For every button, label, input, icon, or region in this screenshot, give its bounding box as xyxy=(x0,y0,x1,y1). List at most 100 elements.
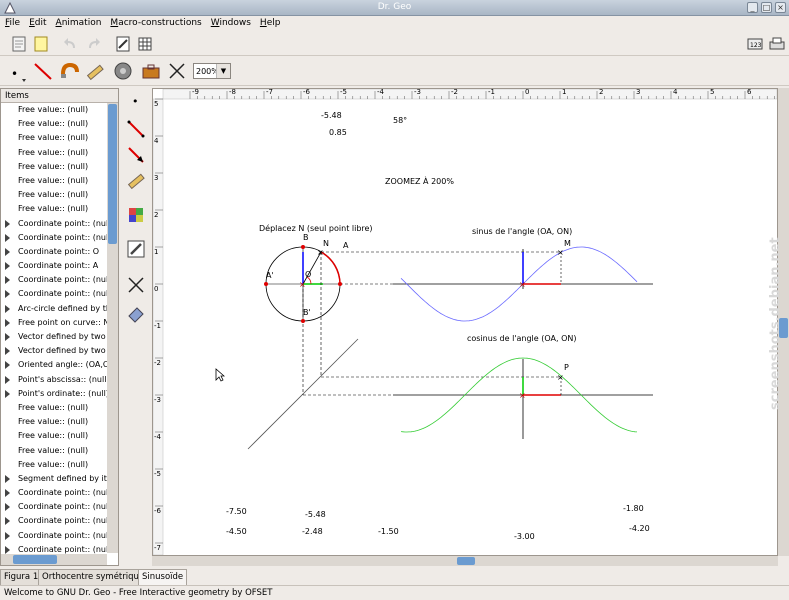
sine-title[interactable]: sinus de l'angle (OA, ON) xyxy=(472,227,572,236)
scroll-thumb[interactable] xyxy=(457,557,475,565)
tree-item[interactable]: Coordinate point:: O xyxy=(1,245,107,259)
expand-arrow-icon[interactable] xyxy=(5,503,10,512)
print-button[interactable] xyxy=(766,33,788,55)
tree-item[interactable]: Free value:: (null) xyxy=(1,160,107,174)
tree-item[interactable]: Coordinate point:: A xyxy=(1,259,107,273)
menu-edit[interactable]: Edit xyxy=(24,16,50,28)
expand-arrow-icon[interactable] xyxy=(5,517,10,526)
new-figure-button[interactable] xyxy=(30,33,52,55)
expand-arrow-icon[interactable] xyxy=(5,233,10,242)
value-label[interactable]: -2.48 xyxy=(302,527,323,536)
point-B-prime[interactable] xyxy=(301,319,305,323)
expand-arrow-icon[interactable] xyxy=(5,489,10,498)
point-tool[interactable]: • xyxy=(125,90,147,112)
scroll-thumb[interactable] xyxy=(13,555,57,564)
menu-macro-constructions[interactable]: Macro-constructions xyxy=(105,16,205,28)
value-label[interactable]: -5.48 xyxy=(321,111,342,120)
value-label[interactable]: 0.85 xyxy=(329,128,347,137)
expand-arrow-icon[interactable] xyxy=(5,247,10,256)
value-label[interactable]: -4.50 xyxy=(226,527,247,536)
tree-item[interactable]: Coordinate point:: (nul xyxy=(1,217,107,231)
macro-tool-button[interactable] xyxy=(112,60,134,82)
numeric-tool-button[interactable] xyxy=(84,60,106,82)
point-N-mark[interactable]: × xyxy=(317,248,324,257)
point-P-mark[interactable]: × xyxy=(557,373,564,382)
expand-arrow-icon[interactable] xyxy=(5,389,10,398)
instruction-text[interactable]: Déplacez N (seul point libre) xyxy=(259,224,373,233)
eraser-tool[interactable] xyxy=(125,302,147,324)
open-figure-button[interactable] xyxy=(8,33,30,55)
point-A[interactable] xyxy=(338,282,342,286)
expand-arrow-icon[interactable] xyxy=(5,219,10,228)
grid-button[interactable] xyxy=(134,33,156,55)
tab-sinusoide[interactable]: Sinusoïde xyxy=(138,569,188,585)
tree-item[interactable]: Coordinate point:: (nul xyxy=(1,231,107,245)
expand-arrow-icon[interactable] xyxy=(5,361,10,370)
tree-item[interactable]: Free value:: (null) xyxy=(1,458,107,472)
tab-figura-1[interactable]: Figura 1 xyxy=(0,569,43,585)
tree-item[interactable]: Free value:: (null) xyxy=(1,401,107,415)
tree-item[interactable]: Free value:: (null) xyxy=(1,415,107,429)
tree-item[interactable]: Free value:: (null) xyxy=(1,117,107,131)
expand-arrow-icon[interactable] xyxy=(5,531,10,540)
tree-item[interactable]: Arc-circle defined by th xyxy=(1,302,107,316)
script-tool-button[interactable] xyxy=(140,60,162,82)
close-button[interactable]: × xyxy=(775,2,786,13)
measure-tool[interactable] xyxy=(125,170,147,192)
tree-item[interactable]: Vector defined by two xyxy=(1,344,107,358)
value-label[interactable]: -3.00 xyxy=(514,532,535,541)
zoom-select[interactable]: 200% ▼ xyxy=(193,63,231,79)
value-label[interactable]: -4.20 xyxy=(629,524,650,533)
tree-item[interactable]: Free value:: (null) xyxy=(1,444,107,458)
expand-arrow-icon[interactable] xyxy=(5,333,10,341)
value-label[interactable]: -1.80 xyxy=(623,504,644,513)
minimize-button[interactable]: _ xyxy=(747,2,758,13)
value-label[interactable]: -5.48 xyxy=(305,510,326,519)
tree-item[interactable]: Oriented angle:: (OA,O xyxy=(1,358,107,372)
items-header[interactable]: Items xyxy=(1,89,118,103)
cosine-title[interactable]: cosinus de l'angle (OA, ON) xyxy=(467,334,576,343)
expand-arrow-icon[interactable] xyxy=(5,347,10,356)
menu-animation[interactable]: Animation xyxy=(51,16,106,28)
tree-item[interactable]: Coordinate point:: (nul xyxy=(1,486,107,500)
expand-arrow-icon[interactable] xyxy=(5,545,10,554)
items-tree[interactable]: Items Free value:: (null) Free value:: (n… xyxy=(0,88,119,566)
edit-style-button[interactable] xyxy=(112,33,134,55)
expand-arrow-icon[interactable] xyxy=(5,304,10,313)
menu-file[interactable]: File xyxy=(0,16,24,28)
canvas-horizontal-scrollbar[interactable] xyxy=(152,556,778,566)
angle-value-label[interactable]: 58° xyxy=(393,116,407,125)
tree-item[interactable]: Free value:: (null) xyxy=(1,103,107,117)
tree-item[interactable]: Segment defined by it xyxy=(1,472,107,486)
tree-item[interactable]: Coordinate point:: (nul xyxy=(1,287,107,301)
property-tool[interactable] xyxy=(125,238,147,260)
menu-windows[interactable]: Windows xyxy=(206,16,255,28)
locus-tool[interactable] xyxy=(125,204,147,226)
geometry-canvas[interactable]: × × × × × × -9 -8 -7 -6 -5 -4 -3 -2 -1 0 1 2 3 4 5 6 5 4… xyxy=(152,88,778,556)
value-label[interactable]: -1.50 xyxy=(378,527,399,536)
tree-item[interactable]: Free value:: (null) xyxy=(1,131,107,145)
undo-button[interactable] xyxy=(60,33,82,55)
point-tool-button[interactable]: • xyxy=(6,62,28,84)
point-B[interactable] xyxy=(301,245,305,249)
value-label[interactable]: -7.50 xyxy=(226,507,247,516)
tree-item[interactable]: Vector defined by two xyxy=(1,330,107,344)
point-M-mark[interactable]: × xyxy=(557,248,564,257)
tree-item[interactable]: Free value:: (null) xyxy=(1,429,107,443)
items-vertical-scrollbar[interactable] xyxy=(107,103,118,553)
tree-item[interactable]: Free value:: (null) xyxy=(1,174,107,188)
tree-item[interactable]: Coordinate point:: (nul xyxy=(1,500,107,514)
export-button[interactable]: 123 xyxy=(744,33,766,55)
tree-item[interactable]: Coordinate point:: (nul xyxy=(1,514,107,528)
tree-item[interactable]: Coordinate point:: (nul xyxy=(1,273,107,287)
tree-item[interactable]: Free point on curve:: N xyxy=(1,316,107,330)
zoom-note[interactable]: ZOOMEZ À 200% xyxy=(385,177,454,186)
tree-item[interactable]: Point's abscissa:: (null xyxy=(1,373,107,387)
line-tool-button[interactable] xyxy=(32,60,54,82)
expand-arrow-icon[interactable] xyxy=(5,318,10,327)
vector-tool[interactable] xyxy=(125,144,147,166)
expand-arrow-icon[interactable] xyxy=(5,276,10,285)
tree-item[interactable]: Free value:: (null) xyxy=(1,188,107,202)
tree-item[interactable]: Free value:: (null) xyxy=(1,202,107,216)
menu-help[interactable]: Help xyxy=(255,16,285,28)
